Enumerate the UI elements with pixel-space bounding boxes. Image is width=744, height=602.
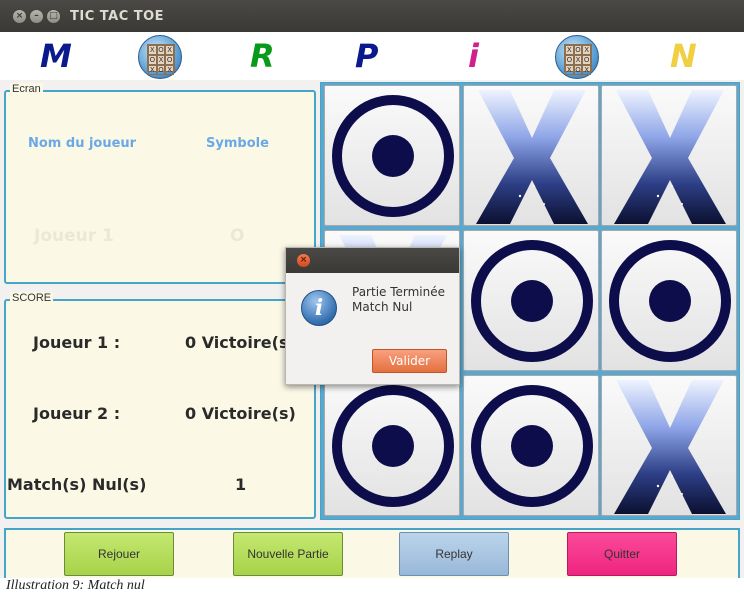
window-close-button[interactable]: ×	[13, 10, 26, 23]
board-cell-2-3[interactable]	[601, 230, 737, 371]
draws-value: 1	[235, 475, 247, 494]
o-symbol-icon	[325, 86, 459, 225]
logo-mark: X	[148, 45, 157, 55]
quitter-button[interactable]: Quitter	[567, 532, 677, 576]
banner: M XOXOXOXOX R P i XOXOXOXOX N	[0, 32, 744, 80]
ecran-legend: Ecran	[10, 83, 43, 95]
player2-score-label: Joueur 2 :	[33, 404, 121, 423]
o-symbol-icon	[464, 376, 598, 515]
x-symbol-icon	[464, 86, 598, 225]
x-symbol-icon	[602, 86, 736, 225]
nouvelle-partie-button[interactable]: Nouvelle Partie	[233, 532, 343, 576]
banner-letter-n: N	[670, 37, 697, 75]
info-icon: i	[301, 290, 337, 326]
banner-letter-m: M	[40, 37, 72, 75]
board-cell-3-3[interactable]	[601, 375, 737, 516]
logo-mark: O	[156, 65, 166, 75]
banner-letter-p: P	[355, 37, 379, 75]
current-player-name: Joueur 1	[34, 226, 114, 246]
logo-mark: X	[582, 65, 591, 75]
banner-letter-i: i	[468, 37, 479, 75]
logo-mark: X	[573, 55, 583, 65]
o-symbol-icon	[325, 376, 459, 515]
dialog-close-button[interactable]: ×	[297, 254, 310, 267]
bottom-toolbar: Rejouer Nouvelle Partie Replay Quitter	[4, 528, 740, 578]
x-symbol-icon	[602, 376, 736, 515]
current-player-symbol: O	[230, 226, 245, 246]
game-over-dialog: × i Partie Terminée Match Nul Valider	[285, 247, 460, 385]
logo-mark: X	[565, 65, 574, 75]
o-symbol-icon	[464, 231, 598, 370]
logo-mark: X	[156, 55, 166, 65]
window-title: TIC TAC TOE	[70, 9, 165, 24]
logo-mark: O	[582, 55, 591, 65]
player-name-header: Nom du joueur	[28, 136, 137, 151]
logo-mark: O	[565, 55, 574, 65]
dialog-title-bar: ×	[286, 248, 459, 273]
logo-mark: X	[165, 65, 174, 75]
valider-button[interactable]: Valider	[372, 349, 447, 373]
logo-mark: O	[573, 45, 583, 55]
rejouer-button[interactable]: Rejouer	[64, 532, 174, 576]
score-legend: SCORE	[10, 292, 54, 304]
tic-tac-toe-logo-icon: XOXOXOXOX	[138, 35, 182, 79]
draws-label: Match(s) Nul(s)	[7, 475, 147, 494]
logo-grid: XOXOXOXOX	[147, 44, 175, 75]
logo-mark: X	[565, 45, 574, 55]
replay-button[interactable]: Replay	[399, 532, 509, 576]
window-maximize-button[interactable]: □	[47, 10, 60, 23]
banner-letter-r: R	[250, 37, 275, 75]
tic-tac-toe-logo-icon: XOXOXOXOX	[555, 35, 599, 79]
symbol-header: Symbole	[206, 136, 269, 151]
score-panel: SCORE Joueur 1 : 0 Victoire(s Joueur 2 :…	[4, 292, 316, 519]
figure-caption: Illustration 9: Match nul	[6, 578, 145, 593]
o-symbol-icon	[602, 231, 736, 370]
player1-score-value: 0 Victoire(s	[185, 333, 289, 352]
logo-mark: O	[148, 55, 157, 65]
logo-mark: O	[573, 65, 583, 75]
title-bar: × – □ TIC TAC TOE	[0, 0, 744, 32]
board-cell-2-2[interactable]	[462, 230, 599, 371]
app-window: × – □ TIC TAC TOE M XOXOXOXOX R P i XOXO…	[0, 0, 744, 578]
logo-grid: XOXOXOXOX	[564, 44, 592, 75]
window-minimize-button[interactable]: –	[30, 10, 43, 23]
player2-score-value: 0 Victoire(s)	[185, 404, 296, 423]
ecran-panel: Ecran Nom du joueur Symbole Joueur 1 O	[4, 83, 316, 284]
logo-mark: O	[165, 55, 174, 65]
logo-mark: X	[148, 65, 157, 75]
logo-mark: X	[165, 45, 174, 55]
player1-score-label: Joueur 1 :	[33, 333, 121, 352]
dialog-message-line2: Match Nul	[352, 300, 413, 314]
board-cell-1-1[interactable]	[324, 85, 460, 226]
board-cell-1-2[interactable]	[462, 85, 599, 226]
logo-mark: X	[582, 45, 591, 55]
dialog-message-line1: Partie Terminée	[352, 285, 446, 299]
logo-mark: O	[156, 45, 166, 55]
board-cell-1-3[interactable]	[601, 85, 737, 226]
board-cell-3-1[interactable]	[324, 375, 460, 516]
board-cell-3-2[interactable]	[462, 375, 599, 516]
